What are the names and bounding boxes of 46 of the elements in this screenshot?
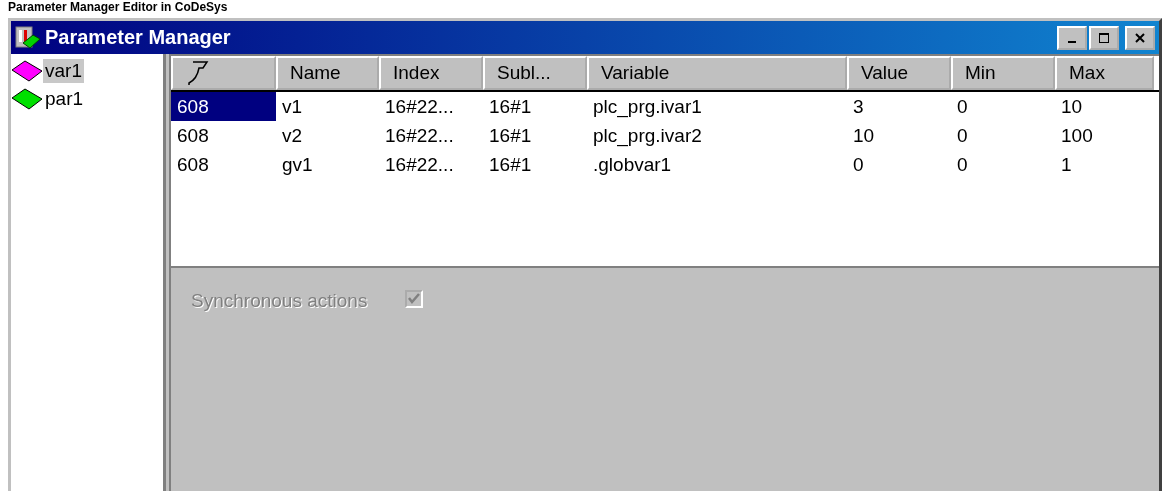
app-icon <box>15 24 41 51</box>
table-cell-text: 0 <box>956 94 969 119</box>
table-cell-text: v1 <box>281 94 304 119</box>
table-cell-text: v2 <box>281 123 304 148</box>
window-title: Parameter Manager <box>45 26 232 49</box>
column-header[interactable] <box>171 56 276 90</box>
table-cell-text: 10 <box>1060 94 1084 119</box>
table-cell-text: 16#1 <box>488 123 533 148</box>
table-cell-text: 0 <box>956 152 969 177</box>
table-cell-text: 0 <box>956 123 969 148</box>
table-cell-text: 10 <box>852 123 876 148</box>
table-cell-text: 3 <box>852 94 865 119</box>
table-cell-text: 0 <box>852 152 865 177</box>
table-cell-text: gv1 <box>281 152 314 177</box>
table-cell-text: 16#22... <box>384 152 455 177</box>
column-header[interactable]: Max <box>1055 56 1154 90</box>
table-cell-text: 16#22... <box>384 123 455 148</box>
column-header[interactable]: Value <box>847 56 951 90</box>
close-icon <box>1134 31 1146 44</box>
maximize-icon <box>1098 31 1110 44</box>
table-cell-text: 16#1 <box>488 94 533 119</box>
tree-item[interactable]: par1 <box>43 87 86 111</box>
maximize-button[interactable] <box>1089 25 1119 50</box>
option-label: Synchronous actions <box>191 290 368 312</box>
column-header[interactable]: Name <box>276 56 379 90</box>
check-icon <box>407 292 422 306</box>
column-header[interactable]: Subl... <box>483 56 587 90</box>
minimize-button[interactable] <box>1057 25 1087 50</box>
table-cell: 608 <box>171 92 276 121</box>
column-header[interactable]: Variable <box>587 56 847 90</box>
plug-icon <box>185 59 211 87</box>
close-button[interactable] <box>1125 25 1155 50</box>
tree-item[interactable]: var1 <box>43 59 84 83</box>
table-cell-text: 608 <box>176 123 210 148</box>
minimize-icon <box>1068 40 1076 43</box>
column-header[interactable]: Min <box>951 56 1055 90</box>
column-header[interactable]: Index <box>379 56 483 90</box>
table-cell-text: 1 <box>1060 152 1073 177</box>
table-cell-text: .globvar1 <box>592 152 673 177</box>
table-cell-text: 16#1 <box>488 152 533 177</box>
page-caption: Parameter Manager Editor in CoDeSys <box>7 0 228 14</box>
table-cell-text: plc_prg.ivar2 <box>592 123 703 149</box>
table-cell-text: plc_prg.ivar1 <box>592 94 703 120</box>
table-cell-text: 16#22... <box>384 94 455 119</box>
table-cell-text: 608 <box>176 152 210 177</box>
table-cell-text: 100 <box>1060 123 1094 148</box>
